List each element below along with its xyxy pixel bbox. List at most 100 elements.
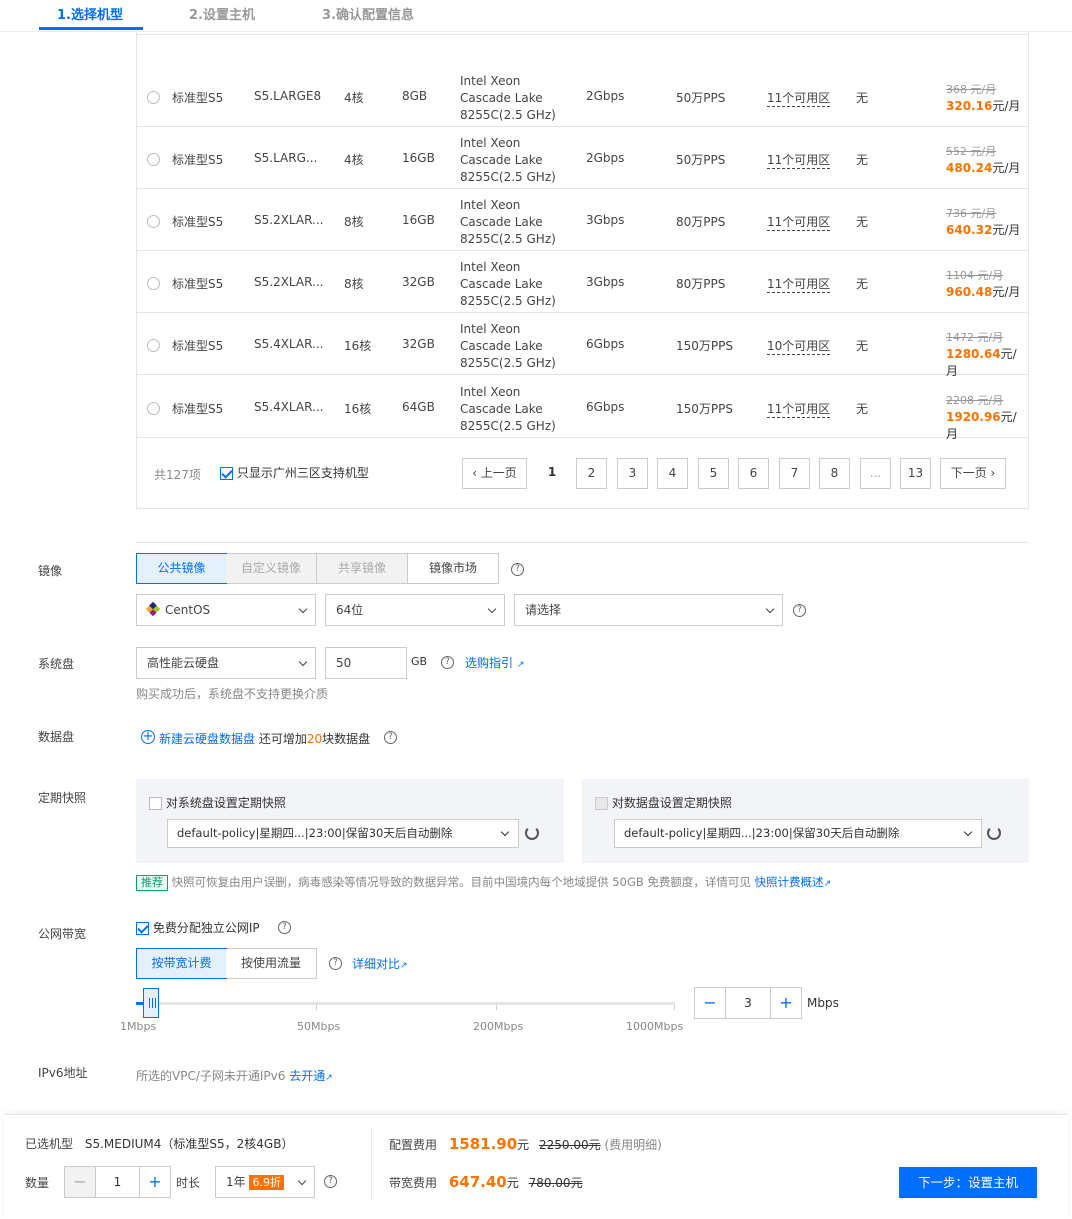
page-button[interactable]: 13 — [900, 458, 931, 489]
tab-custom-image[interactable]: 自定义镜像 — [226, 554, 317, 583]
arch-select[interactable]: 64位 — [325, 594, 505, 626]
table-row[interactable]: 标准型S5 S5.4XLAR... 16核 32GB Intel Xeon Cascade… — [137, 313, 1028, 378]
page-button[interactable]: 5 — [698, 458, 729, 489]
page-button[interactable]: 3 — [617, 458, 648, 489]
os-select[interactable]: CentOS — [136, 594, 316, 626]
instance-family: 标准型S5 — [172, 339, 224, 353]
help-icon[interactable]: ? — [511, 563, 524, 576]
bandwidth-slider-track[interactable] — [142, 1002, 675, 1005]
increase-button[interactable]: + — [140, 1167, 170, 1197]
table-row[interactable]: 标准型S5 S5.2XLAR... 8核 16GB Intel Xeon Cascade … — [137, 189, 1028, 251]
system-disk-type-select[interactable]: 高性能云硬盘 — [136, 647, 316, 679]
bandwidth-fee-price: 647.40 — [448, 1173, 507, 1191]
free-ip-checkbox[interactable] — [136, 922, 149, 935]
tab-shared-image[interactable]: 共享镜像 — [317, 554, 408, 583]
price-value: 640.32 — [946, 223, 993, 237]
quantity-stepper: − 1 + — [64, 1166, 171, 1198]
row-radio[interactable] — [147, 402, 160, 415]
instance-cpu: 16核 — [344, 402, 372, 416]
tab-traffic-billing[interactable]: 按使用流量 — [226, 949, 316, 978]
price-value: 480.24 — [946, 161, 993, 175]
price-unit: 元/月 — [992, 99, 1021, 113]
free-ip-option[interactable]: 免费分配独立公网IP — [136, 919, 260, 936]
page-button[interactable]: 4 — [657, 458, 688, 489]
instance-zones[interactable]: 11个可用区 — [767, 213, 831, 231]
next-step-button[interactable]: 下一步：设置主机 — [899, 1167, 1037, 1198]
help-icon[interactable]: ? — [793, 604, 806, 617]
cpu-model-line: Intel Xeon — [460, 322, 521, 336]
instance-gpu: 无 — [856, 402, 869, 416]
page-button[interactable]: 2 — [576, 458, 607, 489]
help-icon[interactable]: ? — [441, 656, 454, 669]
refresh-icon[interactable] — [987, 826, 1001, 840]
instance-gpu: 无 — [856, 339, 869, 353]
instance-gpu: 无 — [856, 91, 869, 105]
table-row[interactable]: 标准型S5 S5.4XLAR... 16核 64GB Intel Xeon Cascade… — [137, 376, 1028, 441]
table-row[interactable]: 标准型S5 S5.2XLAR... 8核 32GB Intel Xeon Cascade … — [137, 251, 1028, 313]
increase-button[interactable]: + — [771, 988, 801, 1018]
prev-page-button[interactable]: ‹ 上一页 — [462, 458, 527, 489]
system-snapshot-option[interactable]: 对系统盘设置定期快照 — [149, 794, 286, 811]
system-snapshot-policy-value: default-policy|星期四...|23:00|保留30天后自动删除 — [177, 826, 453, 840]
image-version-select[interactable]: 请选择 — [514, 594, 783, 626]
only-gz-checkbox[interactable] — [220, 467, 233, 480]
bandwidth-value[interactable]: 3 — [725, 988, 771, 1018]
row-radio[interactable] — [147, 91, 160, 104]
footer-divider — [371, 1129, 372, 1199]
enable-ipv6-link[interactable]: 去开通 — [289, 1069, 325, 1083]
page-button[interactable]: 1 — [537, 458, 567, 489]
help-icon[interactable]: ? — [329, 957, 342, 970]
row-radio[interactable] — [147, 277, 160, 290]
instance-zones[interactable]: 10个可用区 — [767, 337, 831, 355]
quantity-value[interactable]: 1 — [95, 1167, 140, 1197]
selected-model-value: S5.MEDIUM4（标准型S5，2核4GB） — [84, 1137, 294, 1151]
row-radio[interactable] — [147, 215, 160, 228]
row-radio[interactable] — [147, 339, 160, 352]
table-row[interactable]: 标准型S5 S5.LARGE8 4核 8GB Intel Xeon Cascade Lak… — [137, 65, 1028, 127]
only-gz-filter[interactable]: 只显示广州三区支持机型 — [220, 464, 369, 481]
refresh-icon[interactable] — [525, 826, 539, 840]
tab-image-market[interactable]: 镜像市场 — [408, 554, 498, 583]
help-icon[interactable]: ? — [324, 1175, 337, 1188]
purchase-guide-link[interactable]: 选购指引 ↗ — [465, 654, 524, 671]
system-snapshot-policy-select[interactable]: default-policy|星期四...|23:00|保留30天后自动删除 — [167, 819, 519, 848]
system-snapshot-checkbox[interactable] — [149, 797, 162, 810]
page-button[interactable]: 8 — [819, 458, 850, 489]
external-link-icon: ↗ — [516, 660, 525, 670]
instance-zones[interactable]: 11个可用区 — [767, 89, 831, 107]
table-row[interactable]: 标准型S5 S5.LARG... 4核 16GB Intel Xeon Cascade L… — [137, 127, 1028, 189]
instance-zones[interactable]: 11个可用区 — [767, 400, 831, 418]
add-data-disk-link[interactable]: 新建云硬盘数据盘 — [159, 732, 255, 746]
page-button[interactable]: 7 — [779, 458, 810, 489]
add-circle-icon[interactable]: + — [141, 730, 155, 744]
cpu-model: Intel Xeon Cascade Lake 8255C(2.5 GHz) — [460, 259, 556, 310]
instance-zones[interactable]: 11个可用区 — [767, 275, 831, 293]
data-snapshot-option[interactable]: 对数据盘设置定期快照 — [595, 794, 732, 811]
snapshot-billing-link[interactable]: 快照计费概述 — [755, 875, 824, 889]
tab-public-image[interactable]: 公共镜像 — [136, 553, 227, 584]
fee-detail-link[interactable]: (费用明细) — [604, 1138, 661, 1152]
page-button[interactable]: 6 — [738, 458, 769, 489]
bandwidth-slider-handle[interactable] — [142, 988, 159, 1018]
chevron-down-icon — [298, 657, 308, 667]
help-icon[interactable]: ? — [384, 731, 397, 744]
step-confirm[interactable]: 3.确认配置信息 — [322, 4, 414, 23]
instance-zones[interactable]: 11个可用区 — [767, 151, 831, 169]
tab-bandwidth-billing[interactable]: 按带宽计费 — [136, 948, 227, 979]
compare-link-wrap[interactable]: 详细对比↗ — [352, 955, 408, 972]
price-value: 320.16 — [946, 99, 993, 113]
active-step-indicator — [39, 27, 143, 30]
step-select-model[interactable]: 1.选择机型 — [57, 4, 123, 23]
next-page-button[interactable]: 下一页 › — [940, 458, 1006, 489]
system-disk-size-input[interactable]: 50 — [325, 647, 407, 679]
duration-select[interactable]: 1年 6.9折 — [215, 1166, 315, 1198]
decrease-button[interactable]: − — [65, 1167, 95, 1197]
data-snapshot-policy-select[interactable]: default-policy|星期四...|23:00|保留30天后自动删除 — [614, 819, 982, 848]
row-radio[interactable] — [147, 153, 160, 166]
decrease-button[interactable]: − — [695, 988, 725, 1018]
step-set-host[interactable]: 2.设置主机 — [189, 4, 255, 23]
instance-bandwidth: 6Gbps — [586, 337, 625, 351]
help-icon[interactable]: ? — [278, 921, 291, 934]
data-snapshot-checkbox[interactable] — [595, 797, 608, 810]
instance-memory: 8GB — [402, 89, 428, 103]
